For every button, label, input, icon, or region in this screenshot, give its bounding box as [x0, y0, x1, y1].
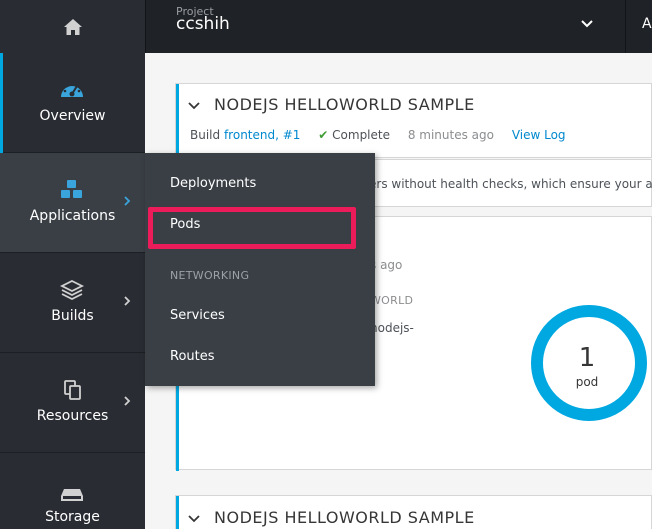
build-status-text: Complete: [332, 128, 390, 142]
home-button[interactable]: [0, 0, 145, 53]
dashboard-icon: [61, 82, 83, 97]
pod-count: 1: [578, 343, 596, 373]
container-name: nodejs-: [370, 321, 414, 335]
sidebar-item-label: Storage: [45, 509, 100, 525]
sidebar-item-label: Resources: [36, 408, 109, 424]
card-accent: [176, 84, 179, 159]
deployment-card: NODEJS HELLOWORLD SAMPLE Build frontend,…: [175, 83, 652, 159]
build-time: 8 minutes ago: [407, 128, 494, 142]
chevron-right-icon: [124, 196, 131, 206]
health-check-warning-text: ers without health checks, which ensure …: [369, 177, 652, 191]
menu-item-services[interactable]: Services: [170, 308, 225, 323]
build-label: Build: [190, 128, 221, 142]
check-icon: ✔: [318, 128, 329, 142]
pods-highlight-box: [148, 207, 356, 249]
card-title[interactable]: NODEJS HELLOWORLD SAMPLE: [214, 508, 475, 527]
sidebar-item-storage[interactable]: Storage: [0, 453, 145, 529]
sidebar-item-builds[interactable]: Builds: [0, 253, 145, 353]
copy-icon: [64, 380, 81, 400]
sidebar-item-label: Builds: [51, 308, 94, 324]
build-status-line: Build frontend, #1 ✔ Complete 8 minutes …: [190, 128, 566, 142]
chevron-right-icon: [124, 296, 131, 306]
sidebar-item-label: Applications: [29, 208, 116, 224]
chevron-right-icon: [124, 396, 131, 406]
cubes-icon: [61, 180, 82, 198]
image-name: WORLD: [370, 294, 414, 307]
sidebar-item-resources[interactable]: Resources: [0, 353, 145, 453]
build-link[interactable]: frontend, #1: [224, 128, 300, 142]
topbar-right-label: A: [642, 16, 652, 32]
layers-icon: [59, 279, 85, 301]
project-name: ccshih: [176, 14, 230, 34]
project-selector[interactable]: Project ccshih: [145, 0, 625, 53]
home-icon: [63, 18, 82, 35]
card-accent: [176, 496, 179, 529]
build-status: ✔ Complete: [318, 128, 394, 142]
view-log-link[interactable]: View Log: [512, 128, 566, 142]
chevron-down-icon: [581, 20, 593, 28]
topbar-right-menu[interactable]: A: [625, 0, 652, 53]
sidebar-item-applications[interactable]: Applications: [0, 153, 145, 253]
card-title[interactable]: NODEJS HELLOWORLD SAMPLE: [214, 95, 475, 114]
sidebar-item-overview[interactable]: Overview: [0, 53, 145, 153]
hdd-icon: [61, 489, 83, 501]
sidebar: Overview Applications Builds Resources S…: [0, 53, 145, 529]
top-bar: Project ccshih A: [0, 0, 652, 53]
deployment-card-2: NODEJS HELLOWORLD SAMPLE: [175, 495, 652, 529]
menu-section-networking: NETWORKING: [170, 269, 250, 282]
active-indicator: [0, 53, 3, 153]
menu-item-routes[interactable]: Routes: [170, 349, 215, 364]
sidebar-item-label: Overview: [39, 108, 106, 124]
applications-flyout-menu: Deployments Pods NETWORKING Services Rou…: [145, 153, 375, 386]
menu-item-deployments[interactable]: Deployments: [170, 176, 256, 191]
chevron-down-icon[interactable]: [188, 100, 200, 112]
chevron-down-icon[interactable]: [188, 513, 200, 525]
pod-label: pod: [575, 375, 599, 389]
